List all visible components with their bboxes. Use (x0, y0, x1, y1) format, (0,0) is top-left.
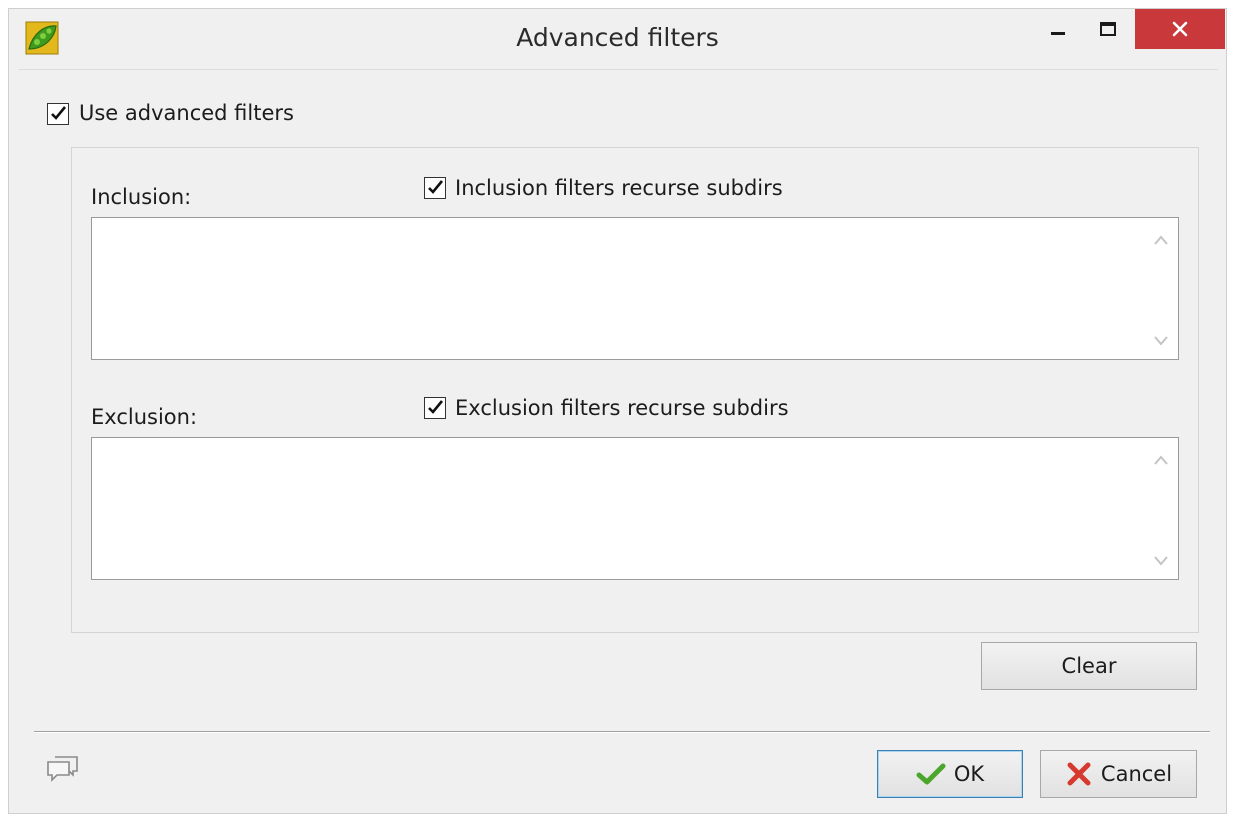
scroll-up-icon[interactable] (1153, 234, 1169, 246)
inclusion-recurse-label[interactable]: Inclusion filters recurse subdirs (455, 176, 783, 200)
scroll-down-icon[interactable] (1153, 555, 1169, 567)
exclusion-recurse-label[interactable]: Exclusion filters recurse subdirs (455, 396, 789, 420)
ok-button-label: OK (953, 762, 985, 786)
inclusion-label: Inclusion: (91, 185, 192, 209)
exclusion-scrollbar[interactable] (1144, 438, 1178, 579)
close-button[interactable] (1135, 9, 1225, 49)
maximize-icon (1100, 22, 1116, 36)
close-icon (1172, 21, 1188, 37)
inclusion-filters-textarea[interactable] (91, 217, 1179, 360)
ok-button[interactable]: OK (877, 750, 1023, 798)
exclusion-recurse-checkbox[interactable] (424, 397, 446, 419)
scroll-down-icon[interactable] (1153, 335, 1169, 347)
checkmark-icon (428, 400, 444, 414)
advanced-filters-dialog: Advanced filters Use advanced filters In… (8, 8, 1227, 814)
cancel-button-label: Cancel (1100, 762, 1173, 786)
clear-button-label: Clear (1061, 654, 1117, 678)
footer-separator (34, 731, 1210, 733)
dialog-content: Use advanced filters Inclusion: Inclusio… (19, 69, 1218, 806)
clear-button[interactable]: Clear (981, 642, 1197, 690)
inclusion-recurse-checkbox[interactable] (424, 177, 446, 199)
inclusion-scrollbar[interactable] (1144, 218, 1178, 359)
green-check-icon (916, 763, 946, 785)
exclusion-label: Exclusion: (91, 405, 198, 429)
filters-group: Inclusion: Inclusion filters recurse sub… (71, 147, 1199, 633)
checkmark-icon (51, 106, 67, 120)
title-bar[interactable]: Advanced filters (9, 9, 1226, 69)
speech-bubbles-icon[interactable] (45, 753, 81, 783)
minimize-button[interactable] (1037, 9, 1079, 49)
minimize-icon (1051, 32, 1065, 35)
scroll-up-icon[interactable] (1153, 454, 1169, 466)
checkmark-icon (428, 180, 444, 194)
use-advanced-filters-label[interactable]: Use advanced filters (79, 101, 294, 125)
cancel-button[interactable]: Cancel (1040, 750, 1197, 798)
red-x-icon (1067, 762, 1091, 786)
use-advanced-filters-checkbox[interactable] (47, 103, 69, 125)
maximize-button[interactable] (1087, 9, 1129, 49)
exclusion-filters-textarea[interactable] (91, 437, 1179, 580)
